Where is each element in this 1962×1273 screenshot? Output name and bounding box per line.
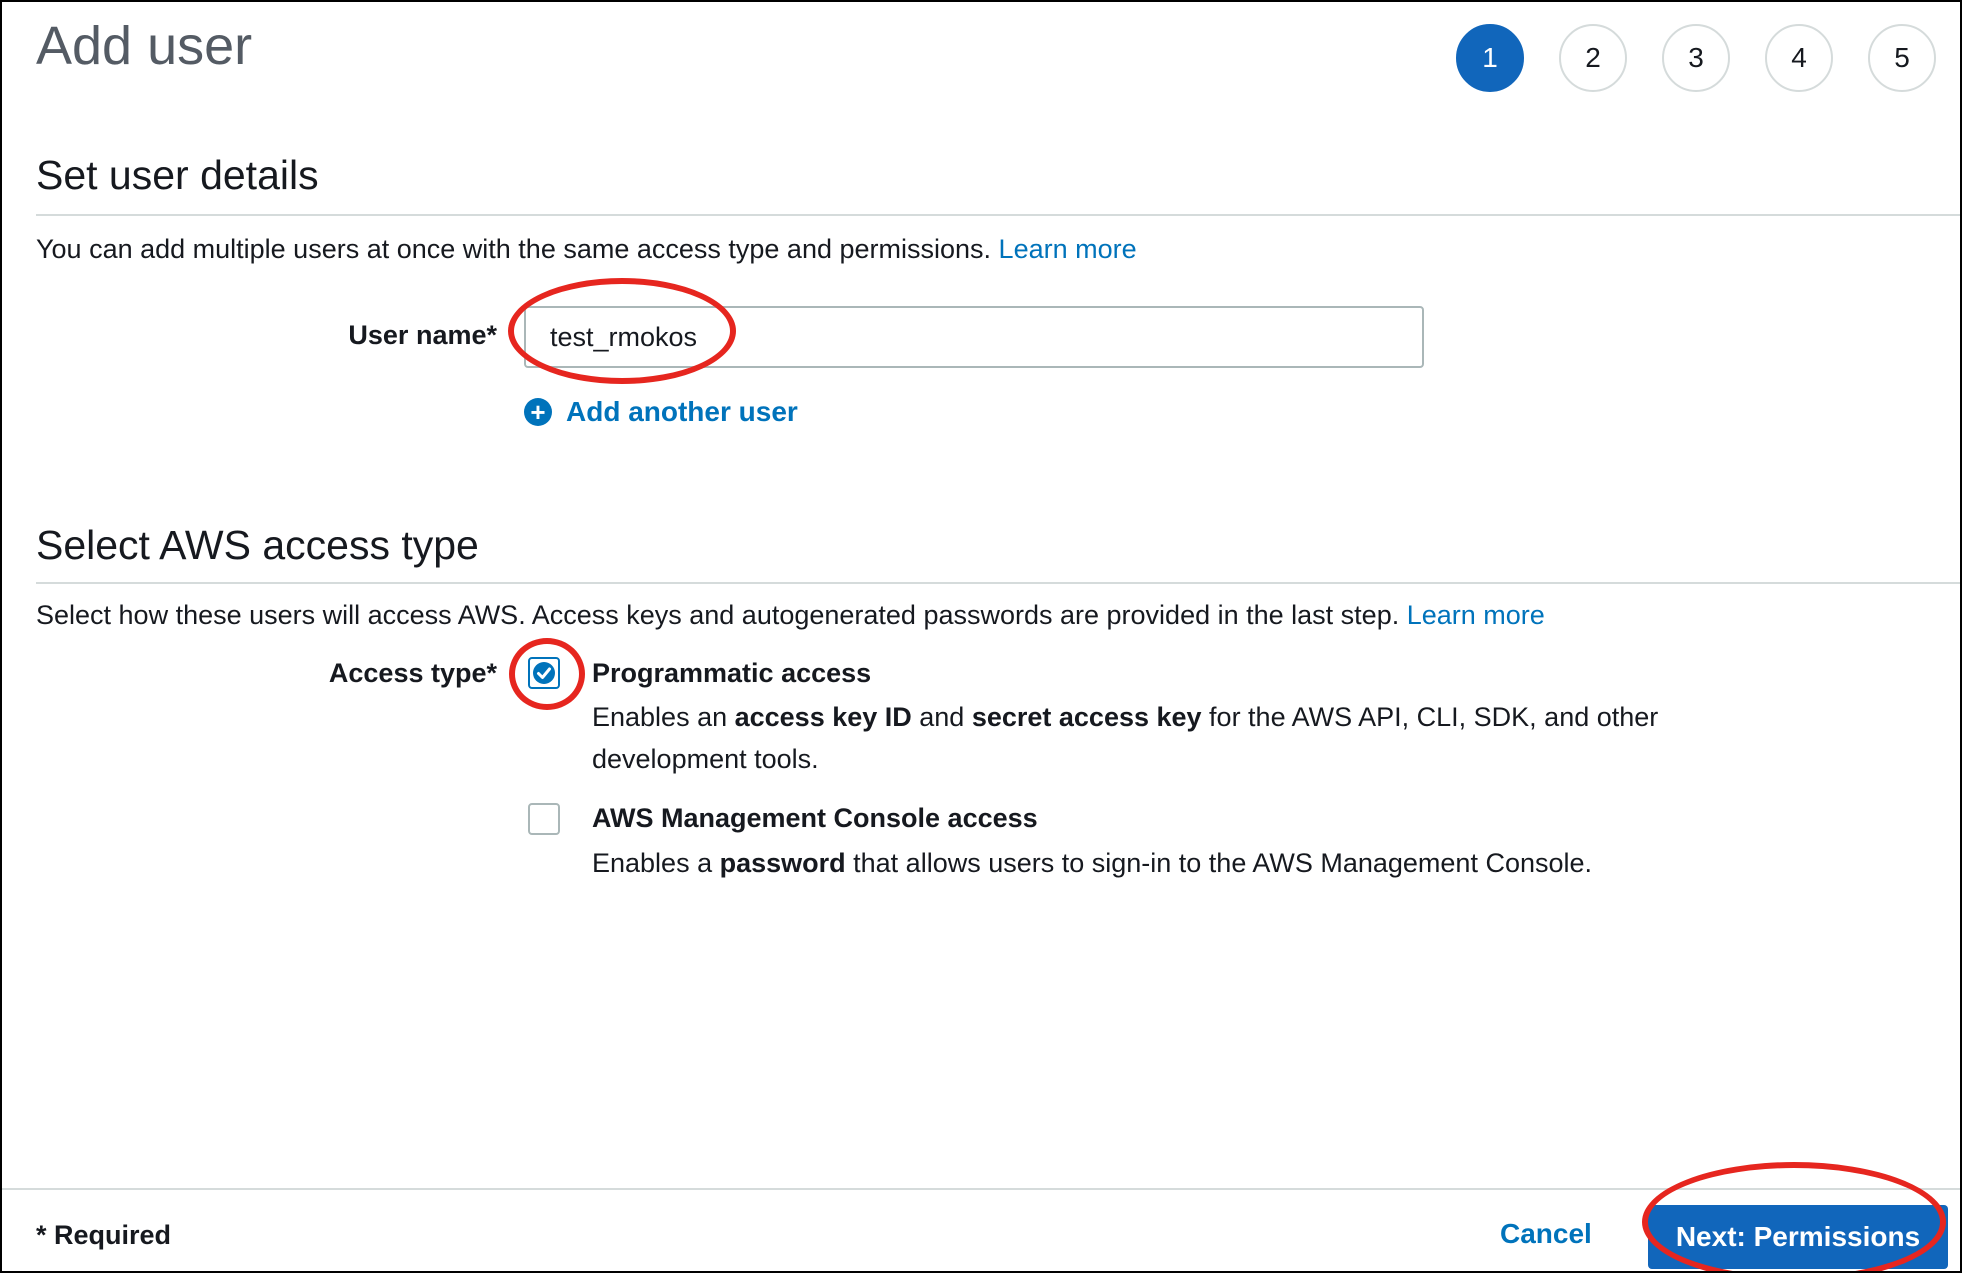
desc-strong: secret access key [971,702,1202,732]
step-2[interactable]: 2 [1559,24,1627,92]
step-3[interactable]: 3 [1662,24,1730,92]
console-access-title: AWS Management Console access [592,803,1038,833]
access-type-label: Access type* [328,658,497,688]
section-divider [36,582,1960,584]
check-icon [533,662,555,684]
step-4[interactable]: 4 [1765,24,1833,92]
access-type-heading: Select AWS access type [36,522,479,568]
next-permissions-button[interactable]: Next: Permissions [1648,1205,1948,1269]
programmatic-access-checkbox[interactable] [528,657,560,689]
console-access-checkbox[interactable] [528,803,560,835]
desc-strong: password [719,848,846,878]
cancel-button[interactable]: Cancel [1500,1218,1592,1250]
wizard-steps: 1 2 3 4 5 [1456,24,1936,92]
section-divider [36,214,1960,216]
desc-text: and [911,702,972,732]
programmatic-access-description: Enables an access key ID and secret acce… [592,696,1692,780]
user-name-label: User name* [348,320,497,350]
user-name-input[interactable] [524,306,1424,368]
step-1[interactable]: 1 [1456,24,1524,92]
programmatic-access-title: Programmatic access [592,658,872,688]
console-access-description: Enables a password that allows users to … [592,842,1692,884]
user-details-description-text: You can add multiple users at once with … [36,234,992,264]
required-note: * Required [36,1220,172,1250]
plus-circle-icon: + [524,398,552,426]
learn-more-link[interactable]: Learn more [999,234,1137,264]
desc-text: that allows users to sign-in to the AWS … [845,848,1593,878]
step-5[interactable]: 5 [1868,24,1936,92]
user-details-description: You can add multiple users at once with … [36,234,1137,265]
access-type-description: Select how these users will access AWS. … [36,600,1545,631]
learn-more-link[interactable]: Learn more [1407,600,1545,630]
footer-divider [2,1188,1960,1190]
page-title: Add user [36,16,253,76]
desc-text: Enables a [592,848,720,878]
add-user-page: Add user 1 2 3 4 5 Set user details You … [0,0,1962,1273]
set-user-details-heading: Set user details [36,152,319,198]
desc-strong: access key ID [734,702,912,732]
access-type-description-text: Select how these users will access AWS. … [36,600,1400,630]
add-another-user-link[interactable]: + Add another user [524,396,798,428]
desc-text: Enables an [592,702,735,732]
add-another-user-label: Add another user [566,396,798,427]
